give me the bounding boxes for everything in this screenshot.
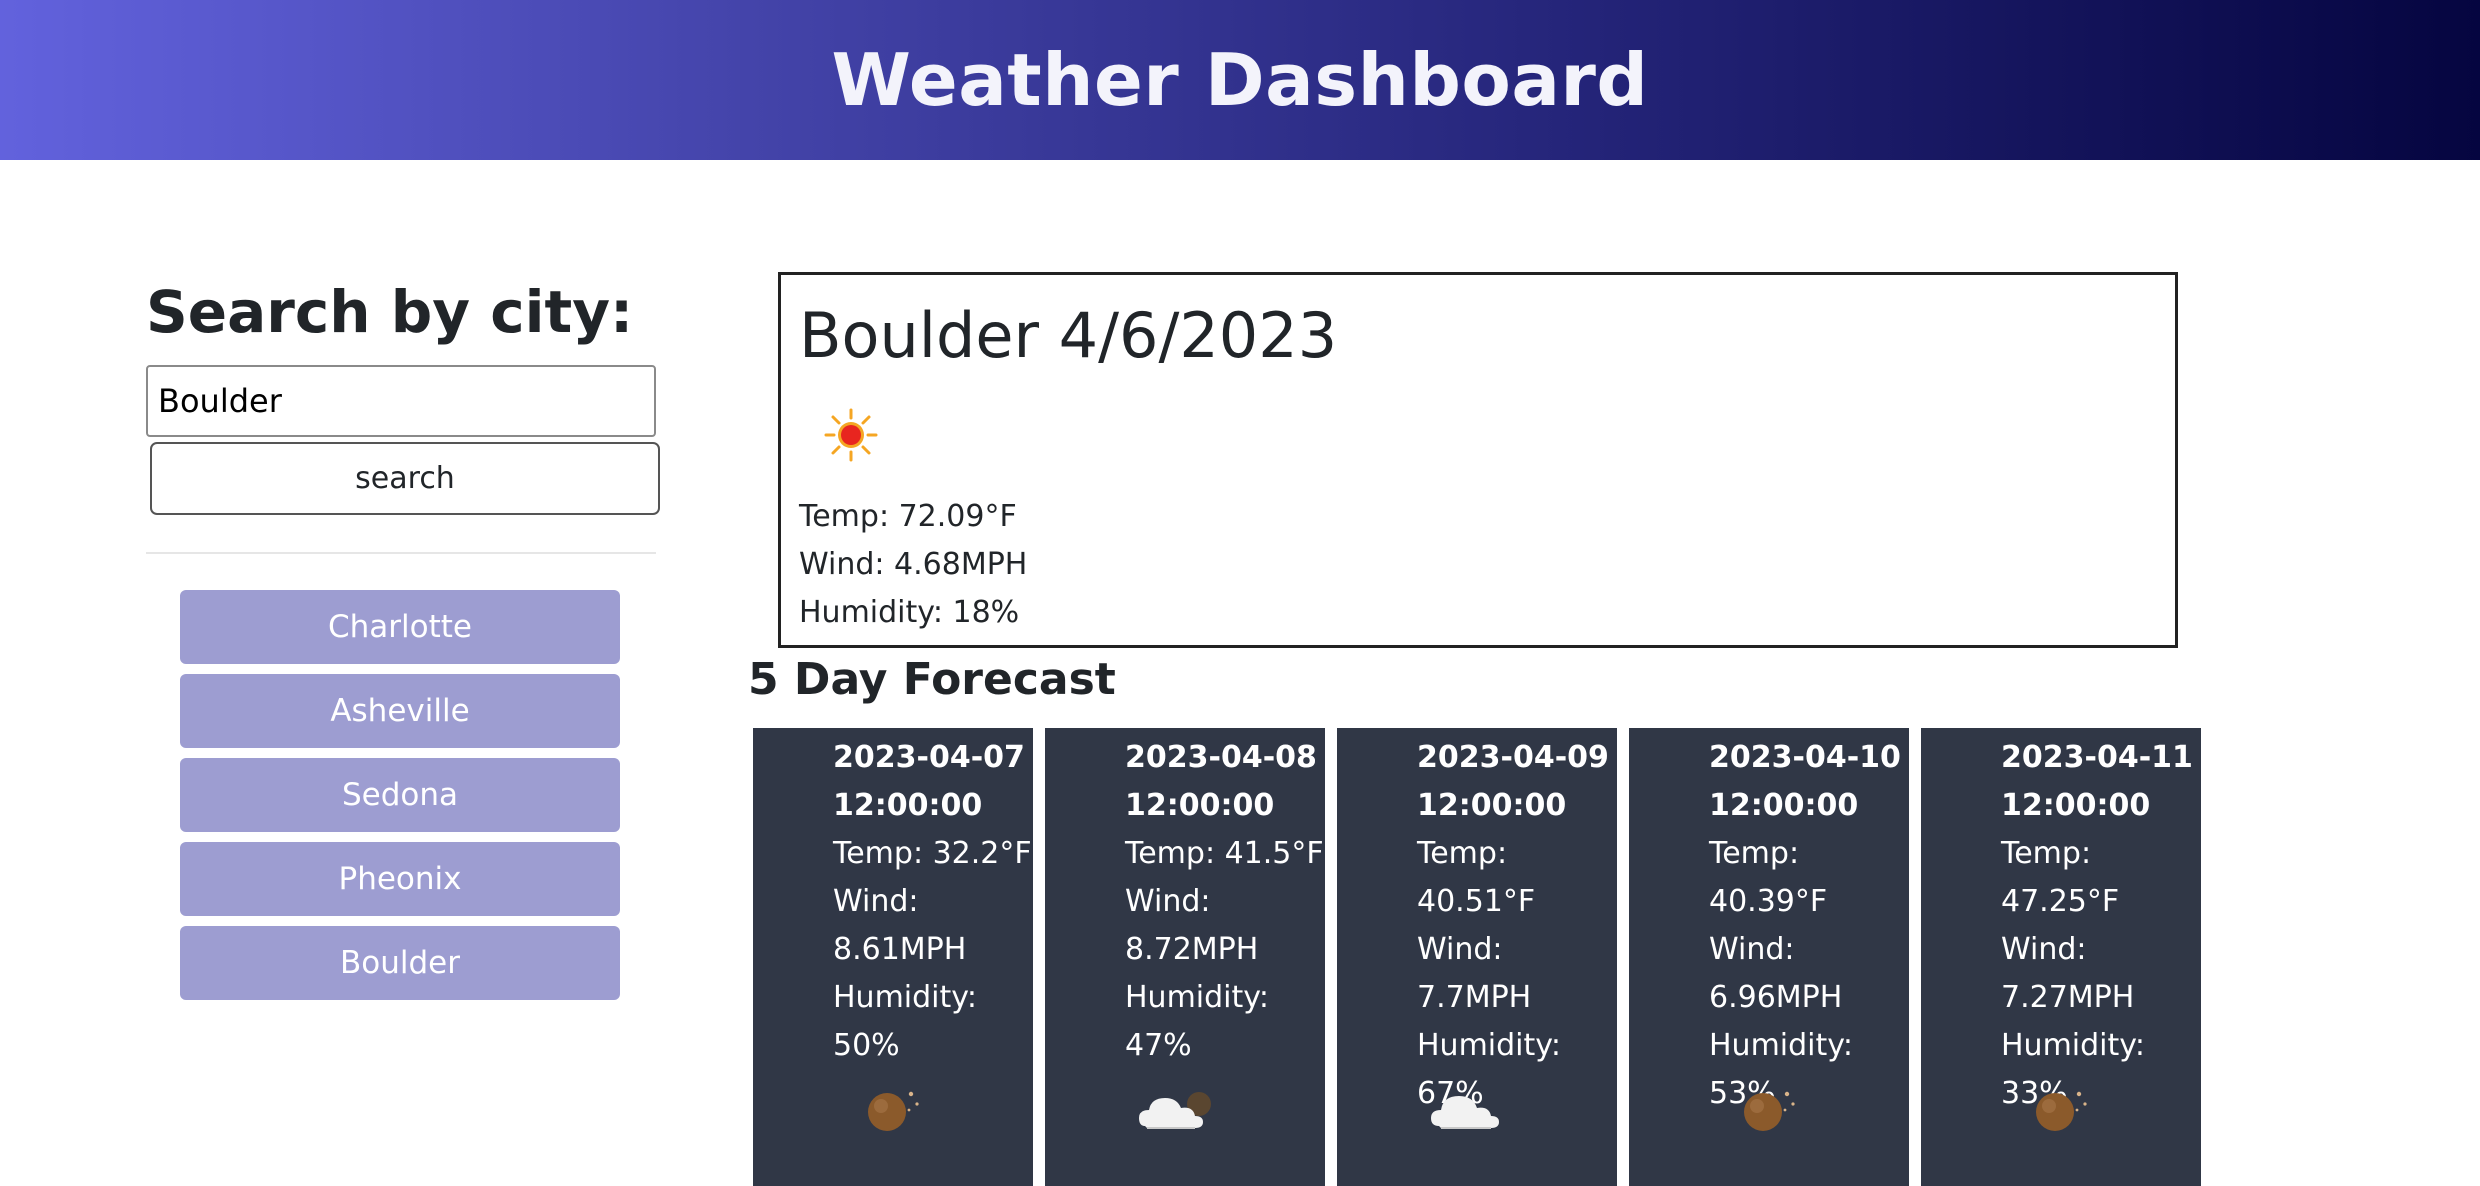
forecast-time: 12:00:00 xyxy=(1417,788,1567,823)
forecast-wind-label: Wind: xyxy=(1709,932,1795,967)
search-button[interactable]: search xyxy=(150,442,660,515)
history-item: Asheville xyxy=(180,674,620,748)
forecast-temp: Temp: 40.39°F xyxy=(1709,836,1828,919)
search-history-list: Charlotte Asheville Sedona Pheonix Bould… xyxy=(180,590,620,1010)
current-temp: Temp: 72.09°F xyxy=(799,499,1017,534)
forecast-humidity-label: Humidity: xyxy=(2001,1028,2145,1063)
forecast-time: 12:00:00 xyxy=(1125,788,1275,823)
history-item: Charlotte xyxy=(180,590,620,664)
forecast-humidity: 47% xyxy=(1125,1028,1192,1063)
divider xyxy=(146,552,656,554)
forecast-wind-label: Wind: xyxy=(2001,932,2087,967)
history-item: Pheonix xyxy=(180,842,620,916)
history-item: Boulder xyxy=(180,926,620,1000)
history-item: Sedona xyxy=(180,758,620,832)
forecast-wind: 8.72MPH xyxy=(1125,932,1259,967)
forecast-date: 2023-04-08 xyxy=(1125,740,1317,775)
forecast-wind: 7.27MPH xyxy=(2001,980,2135,1015)
current-humidity: Humidity: 18% xyxy=(799,595,1020,630)
forecast-humidity: 50% xyxy=(833,1028,900,1063)
forecast-date: 2023-04-10 xyxy=(1709,740,1901,775)
forecast-temp: Temp: 32.2°F xyxy=(833,836,1032,871)
forecast-title: 5 Day Forecast xyxy=(748,654,1116,705)
forecast-temp: Temp: 47.25°F xyxy=(2001,836,2120,919)
current-wind: Wind: 4.68MPH xyxy=(799,547,1028,582)
forecast-time: 12:00:00 xyxy=(833,788,983,823)
forecast-wind-label: Wind: xyxy=(1417,932,1503,967)
cloud-icon xyxy=(1431,1096,1499,1129)
forecast-wind-label: Wind: xyxy=(833,884,919,919)
forecast-time: 12:00:00 xyxy=(2001,788,2151,823)
history-button-asheville[interactable]: Asheville xyxy=(180,674,620,748)
night-cloudy-icon xyxy=(1139,1092,1211,1129)
forecast-card: 2023-04-07 12:00:00 Temp: 32.2°F Wind: 8… xyxy=(753,728,1033,1186)
night-clear-icon xyxy=(868,1091,919,1131)
night-clear-icon xyxy=(2036,1091,2087,1131)
forecast-temp: Temp: 40.51°F xyxy=(1417,836,1536,919)
forecast-humidity-label: Humidity: xyxy=(1709,1028,1853,1063)
forecast-card: 2023-04-11 12:00:00 Temp: 47.25°F Wind: … xyxy=(1921,728,2201,1186)
city-search-input[interactable] xyxy=(146,365,656,437)
history-button-boulder[interactable]: Boulder xyxy=(180,926,620,1000)
page-title: Weather Dashboard xyxy=(831,38,1649,122)
forecast-date: 2023-04-09 xyxy=(1417,740,1609,775)
forecast-humidity-label: Humidity: xyxy=(833,980,977,1015)
forecast-card: 2023-04-10 12:00:00 Temp: 40.39°F Wind: … xyxy=(1629,728,1909,1186)
forecast-temp: Temp: 41.5°F xyxy=(1125,836,1324,871)
history-button-pheonix[interactable]: Pheonix xyxy=(180,842,620,916)
forecast-card: 2023-04-09 12:00:00 Temp: 40.51°F Wind: … xyxy=(1337,728,1617,1186)
forecast-wind: 7.7MPH xyxy=(1417,980,1532,1015)
history-button-charlotte[interactable]: Charlotte xyxy=(180,590,620,664)
night-clear-icon xyxy=(1744,1091,1795,1131)
current-weather-card: Boulder 4/6/2023 Temp: 72.09°F Wind: 4.6… xyxy=(778,272,2178,648)
sunny-icon xyxy=(824,408,878,462)
forecast-wind: 8.61MPH xyxy=(833,932,967,967)
current-weather-details: Temp: 72.09°F Wind: 4.68MPH Humidity: 18… xyxy=(799,493,1027,637)
search-title: Search by city: xyxy=(146,278,634,346)
current-weather-title: Boulder 4/6/2023 xyxy=(799,299,1338,372)
forecast-wind: 6.96MPH xyxy=(1709,980,1843,1015)
forecast-time: 12:00:00 xyxy=(1709,788,1859,823)
forecast-wind-label: Wind: xyxy=(1125,884,1211,919)
page-header: Weather Dashboard xyxy=(0,0,2480,160)
forecast-humidity-label: Humidity: xyxy=(1417,1028,1561,1063)
history-button-sedona[interactable]: Sedona xyxy=(180,758,620,832)
forecast-date: 2023-04-11 xyxy=(2001,740,2193,775)
forecast-date: 2023-04-07 xyxy=(833,740,1025,775)
forecast-humidity-label: Humidity: xyxy=(1125,980,1269,1015)
forecast-card: 2023-04-08 12:00:00 Temp: 41.5°F Wind: 8… xyxy=(1045,728,1325,1186)
